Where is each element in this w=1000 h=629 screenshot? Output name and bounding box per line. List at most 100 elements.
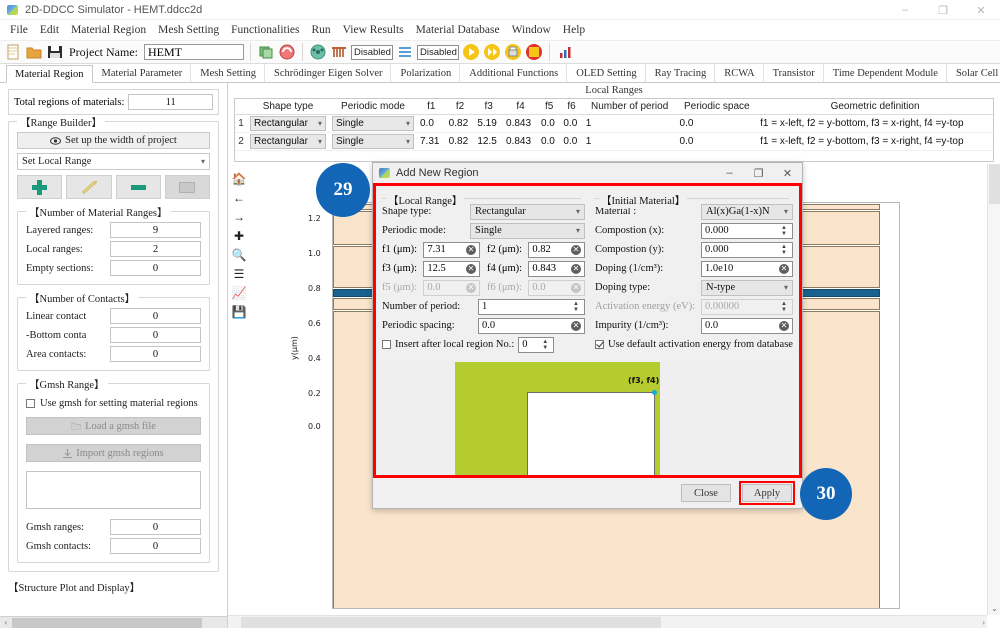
menu-item-view-results[interactable]: View Results	[337, 22, 410, 38]
dialog-maximize-button[interactable]: ❐	[744, 163, 773, 183]
close-dialog-button[interactable]: Close	[681, 484, 731, 502]
workspace-vertical-scrollbar[interactable]: ⌄	[987, 164, 1000, 615]
cell-f4[interactable]: 0.843	[503, 114, 538, 133]
gmsh-ranges-value[interactable]: 0	[110, 519, 201, 535]
clear-icon[interactable]: ✕	[571, 244, 581, 255]
f1-input[interactable]: 7.31 ✕	[423, 241, 480, 258]
pan-move-icon[interactable]: ✚	[232, 229, 246, 243]
cell-f6[interactable]: 0.0	[560, 132, 583, 151]
gmsh-enable-checkbox-row[interactable]: Use gmsh for setting material regions	[26, 398, 201, 409]
composition-x-input[interactable]: 0.000 ▲ ▼	[701, 222, 793, 239]
cell-shape-type[interactable]: Rectangular ▾	[247, 114, 329, 133]
th-shape-type[interactable]: Shape type	[247, 99, 329, 115]
cell-f4[interactable]: 0.843	[503, 132, 538, 151]
doping-type-select[interactable]: N-type ▾	[701, 279, 793, 296]
cell-shape-type[interactable]: Rectangular ▾	[247, 132, 329, 151]
cell-number-of-period[interactable]: 1	[582, 114, 677, 133]
clear-icon[interactable]: ✕	[779, 263, 789, 274]
new-file-icon[interactable]	[4, 43, 22, 61]
scroll-left-arrow[interactable]: ‹	[0, 617, 12, 628]
menu-item-help[interactable]: Help	[557, 22, 591, 38]
clear-icon[interactable]: ✕	[571, 263, 581, 274]
cell-number-of-period[interactable]: 1	[582, 132, 677, 151]
empty-sections-value[interactable]: 0	[110, 260, 201, 276]
sidebar-horizontal-scrollbar[interactable]: ‹	[0, 616, 227, 628]
insert-after-region-input[interactable]: 0 ▲ ▼	[518, 336, 555, 353]
spinner-icon[interactable]: ▲ ▼	[540, 339, 550, 351]
save-icon[interactable]	[46, 43, 64, 61]
print-icon[interactable]	[504, 43, 522, 61]
th-number-of-period[interactable]: Number of period	[582, 99, 677, 115]
home-icon[interactable]: 🏠	[232, 172, 247, 186]
close-button[interactable]: ✕	[962, 0, 1000, 20]
load-gmsh-file-button[interactable]: Load a gmsh file	[26, 417, 201, 435]
th-periodic-space[interactable]: Periodic space	[676, 99, 758, 115]
f4-input[interactable]: 0.843 ✕	[528, 260, 585, 277]
bottom-contact-value[interactable]: 0	[110, 327, 201, 343]
linear-contact-value[interactable]: 0	[110, 308, 201, 324]
menu-item-edit[interactable]: Edit	[34, 22, 65, 38]
default-activation-checkbox[interactable]	[595, 340, 604, 349]
folder-region-button[interactable]	[164, 175, 210, 199]
edit-region-button[interactable]	[66, 175, 112, 199]
workspace-horizontal-scrollbar[interactable]: ›	[228, 615, 987, 628]
tab-ray-tracing[interactable]: Ray Tracing	[646, 64, 716, 82]
cell-f1[interactable]: 0.0	[417, 114, 446, 133]
set-local-range-select[interactable]: Set Local Range ▾	[17, 153, 210, 170]
periodic-spacing-input[interactable]: 0.0 ✕	[478, 317, 585, 334]
th-f3[interactable]: f3	[474, 99, 504, 115]
add-region-button[interactable]	[17, 175, 63, 199]
number-of-period-input[interactable]: 1 ▲ ▼	[478, 298, 585, 315]
configure-subplots-icon[interactable]: ☰	[232, 267, 246, 281]
cell-periodic-space[interactable]: 0.0	[676, 132, 758, 151]
zoom-magnifier-icon[interactable]: 🔍	[232, 248, 247, 262]
tab-transistor[interactable]: Transistor	[764, 64, 824, 82]
horizontal-scroll-thumb[interactable]	[241, 617, 661, 628]
insert-after-region-checkbox[interactable]	[382, 340, 391, 349]
spinner-icon[interactable]: ▲ ▼	[779, 225, 789, 237]
save-figure-icon[interactable]: 💾	[232, 305, 247, 319]
layers-icon[interactable]	[396, 43, 414, 61]
menu-item-functionalities[interactable]: Functionalities	[225, 22, 305, 38]
doping-input[interactable]: 1.0e10 ✕	[701, 260, 793, 277]
tab-schrodinger-eigen-solver[interactable]: Schrödinger Eigen Solver	[265, 64, 392, 82]
reload-red-icon[interactable]	[278, 43, 296, 61]
sidebar-scroll-thumb[interactable]	[12, 618, 202, 628]
spinner-icon[interactable]: ▲ ▼	[779, 244, 789, 256]
layered-ranges-value[interactable]: 9	[110, 222, 201, 238]
tab-solar-cell[interactable]: Solar Cell	[947, 64, 1000, 82]
table-row[interactable]: 1 Rectangular ▾ Single ▾ 0.0 0.82 5.19 0.8…	[235, 114, 993, 133]
mesh-icon[interactable]	[330, 43, 348, 61]
vertical-scroll-thumb[interactable]	[989, 164, 1000, 204]
minimize-button[interactable]: –	[886, 0, 924, 20]
total-regions-value[interactable]: 11	[128, 94, 213, 110]
scroll-right-arrow[interactable]: ›	[982, 616, 985, 629]
cell-f5[interactable]: 0.0	[537, 132, 561, 151]
menu-item-material-database[interactable]: Material Database	[410, 22, 506, 38]
menu-item-run[interactable]: Run	[306, 22, 337, 38]
shape-type-select[interactable]: Rectangular ▾	[470, 203, 585, 220]
th-f4[interactable]: f4	[503, 99, 538, 115]
apply-button[interactable]: Apply	[742, 484, 792, 502]
gmsh-contacts-value[interactable]: 0	[110, 538, 201, 554]
run-fast-icon[interactable]	[483, 43, 501, 61]
table-row[interactable]: 2 Rectangular ▾ Single ▾ 7.31 0.82 12.5 0.…	[235, 132, 993, 151]
scroll-down-arrow[interactable]: ⌄	[988, 602, 1000, 615]
dialog-minimize-button[interactable]: –	[715, 163, 744, 183]
layer-mode-combo[interactable]: Disabled	[416, 44, 459, 60]
composition-y-input[interactable]: 0.000 ▲ ▼	[701, 241, 793, 258]
clear-icon[interactable]: ✕	[779, 320, 789, 331]
th-f2[interactable]: f2	[445, 99, 475, 115]
back-arrow-icon[interactable]: ←	[232, 191, 246, 205]
local-ranges-value[interactable]: 2	[110, 241, 201, 257]
th-periodic-mode[interactable]: Periodic mode	[329, 99, 417, 115]
th-geometric-definition[interactable]: Geometric definition	[757, 99, 993, 115]
delete-region-button[interactable]	[115, 175, 161, 199]
cell-f1[interactable]: 7.31	[417, 132, 446, 151]
menu-item-material-region[interactable]: Material Region	[65, 22, 152, 38]
th-f1[interactable]: f1	[417, 99, 446, 115]
tab-material-parameter[interactable]: Material Parameter	[93, 64, 192, 82]
clear-icon[interactable]: ✕	[466, 263, 476, 274]
clear-icon[interactable]: ✕	[466, 244, 476, 255]
cell-f2[interactable]: 0.82	[445, 114, 475, 133]
